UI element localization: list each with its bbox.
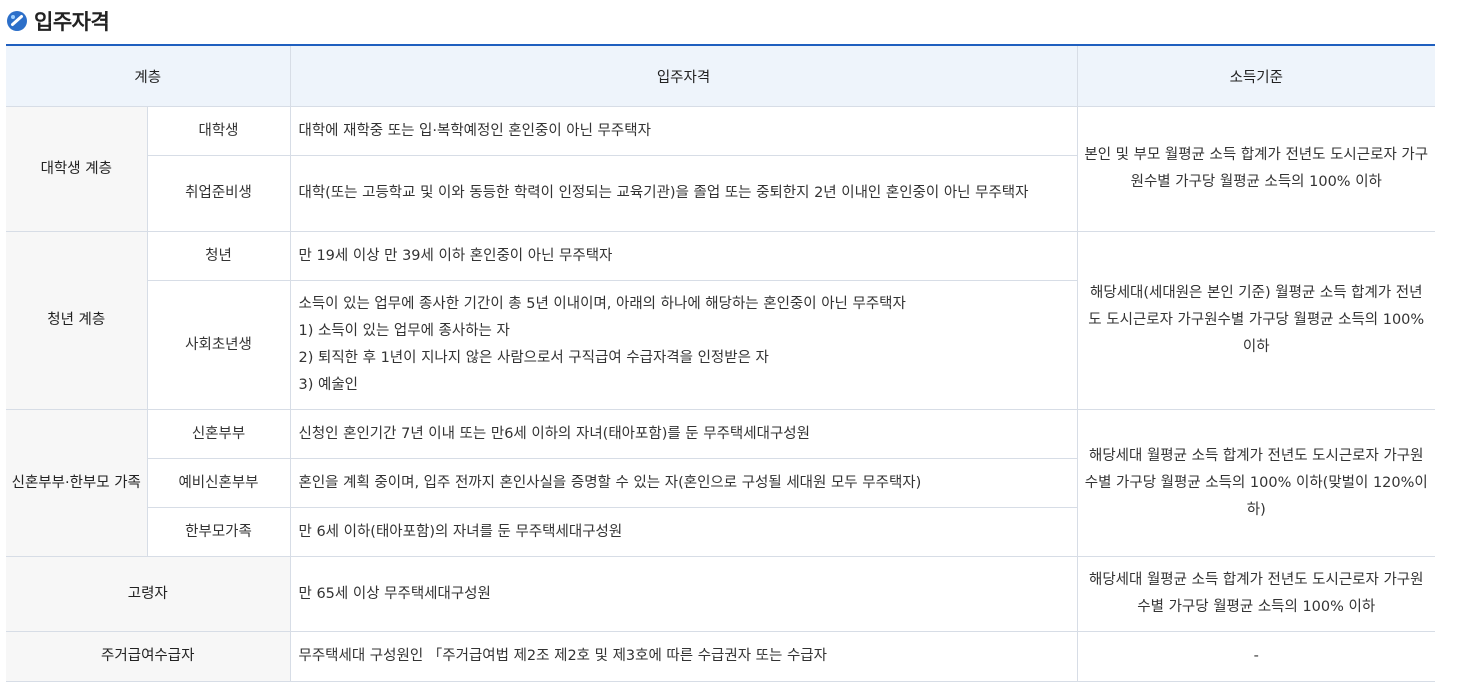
sub-label: 신혼부부 [146,409,290,459]
income-cell: 해당세대 월평균 소득 합계가 전년도 도시근로자 가구원수별 가구당 월평균 … [1076,409,1435,557]
qualification-cell: 대학에 재학중 또는 입·복학예정인 혼인중이 아닌 무주택자 [289,106,1077,156]
qualification-cell: 혼인을 계획 중이며, 입주 전까지 혼인사실을 증명할 수 있는 자(혼인으로… [289,458,1077,508]
header-income: 소득기준 [1076,45,1435,107]
qualification-cell: 대학(또는 고등학교 및 이와 동등한 학력이 인정되는 교육기관)을 졸업 또… [289,155,1077,232]
circle-link-icon [6,10,28,32]
qualification-cell: 소득이 있는 업무에 종사한 기간이 총 5년 이내이며, 아래의 하나에 해당… [289,280,1077,410]
qualification-line: 3) 예술인 [298,377,359,393]
qualification-cell: 만 6세 이하(태아포함)의 자녀를 둔 무주택세대구성원 [289,507,1077,557]
table-row: 대학생 계층 대학생 대학에 재학중 또는 입·복학예정인 혼인중이 아닌 무주… [6,106,1435,232]
group-label-youth: 청년 계층 [6,231,147,410]
qualification-line: 1) 소득이 있는 업무에 종사하는 자 [298,323,510,339]
income-cell: 해당세대(세대원은 본인 기준) 월평균 소득 합계가 전년도 도시근로자 가구… [1076,231,1435,410]
qualification-cell: 신청인 혼인기간 7년 이내 또는 만6세 이하의 자녀(태아포함)를 둔 무주… [289,409,1077,459]
income-cell: - [1076,631,1435,682]
sub-label: 한부모가족 [146,507,290,557]
sub-label: 사회초년생 [146,280,290,410]
qualification-line: 소득이 있는 업무에 종사한 기간이 총 5년 이내이며, 아래의 하나에 해당… [298,296,906,312]
qualification-cell: 무주택세대 구성원인 「주거급여법 제2조 제2호 및 제3호에 따른 수급권자… [289,631,1077,682]
sub-label: 예비신혼부부 [146,458,290,508]
group-label-family: 신혼부부·한부모 가족 [6,409,147,557]
income-cell: 해당세대 월평균 소득 합계가 전년도 도시근로자 가구원수별 가구당 월평균 … [1076,556,1435,632]
table-header-row: 계층 입주자격 소득기준 [6,45,1435,107]
table-row: 청년 계층 청년 만 19세 이상 만 39세 이하 혼인중이 아닌 무주택자 … [6,231,1435,410]
table-row: 신혼부부·한부모 가족 신혼부부 신청인 혼인기간 7년 이내 또는 만6세 이… [6,409,1435,557]
section-title: 입주자격 [34,10,110,34]
qualification-cell: 만 19세 이상 만 39세 이하 혼인중이 아닌 무주택자 [289,231,1077,281]
sub-label: 대학생 [146,106,290,156]
income-cell: 본인 및 부모 월평균 소득 합계가 전년도 도시근로자 가구원수별 가구당 월… [1076,106,1435,232]
table-row: 주거급여수급자 무주택세대 구성원인 「주거급여법 제2조 제2호 및 제3호에… [6,631,1435,682]
qualification-line: 2) 퇴직한 후 1년이 지나지 않은 사람으로서 구직급여 수급자격을 인정받… [298,350,769,366]
sub-label: 청년 [146,231,290,281]
group-label-student: 대학생 계층 [6,106,147,232]
qualification-cell: 만 65세 이상 무주택세대구성원 [289,556,1077,632]
section-header: 입주자격 [6,4,110,38]
header-qualification: 입주자격 [289,45,1077,107]
group-label-elderly: 고령자 [6,556,290,632]
eligibility-table: 계층 입주자격 소득기준 대학생 계층 대학생 대학에 재학중 또는 입·복학예… [6,44,1435,682]
sub-label: 취업준비생 [146,155,290,232]
group-label-housing: 주거급여수급자 [6,631,290,682]
header-tier: 계층 [6,45,290,107]
table-row: 고령자 만 65세 이상 무주택세대구성원 해당세대 월평균 소득 합계가 전년… [6,556,1435,632]
